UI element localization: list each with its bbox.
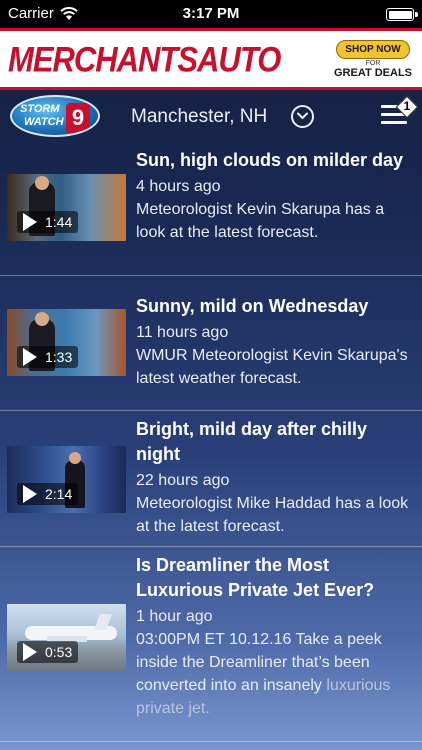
video-age: 4 hours ago [136,178,221,195]
video-thumbnail[interactable]: 2:14 [7,446,126,513]
video-age: 1 hour ago [136,608,213,625]
video-duration: 2:14 [45,486,73,502]
list-item[interactable]: 1:44 Sun, high clouds on milder day 4 ho… [0,142,422,276]
notification-count: 1 [403,99,411,113]
video-age: 22 hours ago [136,472,230,489]
list-item[interactable]: 2:14 Bright, mild day after chilly night… [0,411,422,547]
list-item[interactable]: 0:53 Is Dreamliner the Most Luxurious Pr… [0,547,422,742]
video-title[interactable]: Sunny, mild on Wednesday [136,294,416,319]
video-title[interactable]: Is Dreamliner the Most Luxurious Private… [136,553,416,603]
play-button[interactable]: 1:33 [17,346,79,368]
ad-brand-logo: MERCHANTSAUTO [8,38,281,80]
status-bar: Carrier 3:17 PM [0,0,422,28]
video-duration: 1:44 [45,214,73,230]
notification-badge: 1 [395,95,419,119]
ad-cta-for: FOR [365,59,381,67]
play-icon [23,348,37,366]
video-title[interactable]: Sun, high clouds on milder day [136,148,416,173]
video-description: 03:00PM ET 10.12.16 Take a peek inside t… [136,628,416,720]
clock: 3:17 PM [182,5,240,22]
play-icon [23,485,37,503]
video-age: 11 hours ago [136,324,229,341]
chevron-down-icon [297,112,308,119]
ad-shop-now-button[interactable]: SHOP NOW [336,39,410,59]
location-dropdown-button[interactable] [291,105,314,128]
video-description: Meteorologist Mike Haddad has a look at … [136,495,409,535]
play-button[interactable]: 0:53 [17,641,79,663]
battery-icon [386,8,418,21]
location-label[interactable]: Manchester, NH [131,106,267,128]
logo-storm-text: STORM [20,103,60,115]
video-thumbnail[interactable]: 0:53 [7,604,126,671]
ad-banner[interactable]: MERCHANTSAUTO SHOP NOW FOR GREAT DEALS [0,28,422,90]
play-icon [23,643,37,661]
video-duration: 1:33 [45,349,73,365]
video-description: WMUR Meteorologist Kevin Skarupa's lates… [136,347,408,387]
logo-watch-text: WATCH [24,116,64,128]
ad-cta[interactable]: SHOP NOW FOR GREAT DEALS [332,39,414,79]
video-thumbnail[interactable]: 1:44 [7,174,126,241]
logo-channel-number: 9 [66,103,90,133]
play-icon [23,213,37,231]
nav-bar: STORM WATCH 9 Manchester, NH [0,90,422,142]
play-button[interactable]: 1:44 [17,211,79,233]
list-item[interactable]: 1:33 Sunny, mild on Wednesday 11 hours a… [0,276,422,411]
video-thumbnail[interactable]: 1:33 [7,309,126,376]
play-button[interactable]: 2:14 [17,483,79,505]
video-description: Meteorologist Kevin Skarupa has a look a… [136,201,385,241]
storm-watch-logo[interactable]: STORM WATCH 9 [10,95,100,137]
video-title[interactable]: Bright, mild day after chilly night [136,417,416,467]
video-duration: 0:53 [45,644,73,660]
ad-cta-deals: GREAT DEALS [333,66,413,79]
